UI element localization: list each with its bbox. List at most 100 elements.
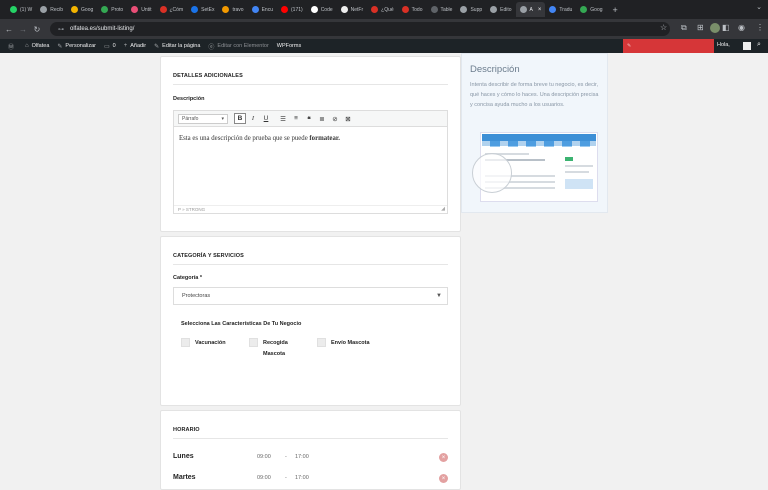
- link-icon[interactable]: ⊘: [329, 113, 341, 124]
- browser-tab[interactable]: Table: [427, 2, 457, 17]
- browser-tab[interactable]: NetFr: [337, 2, 368, 17]
- browser-tab[interactable]: Recib: [36, 2, 67, 17]
- details-title: DETALLES ADICIONALES: [173, 73, 243, 79]
- category-select[interactable]: Protectoras ▼: [173, 287, 448, 305]
- browser-tab[interactable]: Goog: [67, 2, 97, 17]
- tab-label: Code: [320, 6, 333, 13]
- recording-icon: ✎: [627, 43, 632, 49]
- menu-icon[interactable]: ⋮: [756, 23, 764, 32]
- browser-tab[interactable]: Proto: [97, 2, 127, 17]
- forward-icon[interactable]: →: [16, 25, 30, 34]
- user-avatar[interactable]: [743, 42, 751, 50]
- format-select[interactable]: Párrafo ▾: [178, 113, 228, 124]
- extensions-icon[interactable]: ⧉: [681, 23, 687, 33]
- browser-tab[interactable]: ¿Qué: [367, 2, 398, 17]
- feature-checkbox-recogida[interactable]: Recogida Mascota: [249, 338, 293, 360]
- brush-icon: ✎: [57, 43, 63, 50]
- edit-page-label: Editar la página: [162, 43, 201, 49]
- bullet-list-icon[interactable]: ☰: [277, 113, 289, 124]
- feature-label: Recogida Mascota: [263, 340, 288, 357]
- account-icon[interactable]: ◉: [738, 23, 745, 32]
- align-icon[interactable]: ≣: [316, 113, 328, 124]
- close-time-input[interactable]: 17:00: [295, 454, 309, 460]
- editor-bold-text: formatear.: [309, 135, 340, 142]
- browser-tab[interactable]: travo: [218, 2, 247, 17]
- category-select-value: Protectoras: [182, 293, 211, 299]
- site-info-icon[interactable]: ⊶: [58, 26, 64, 33]
- editor-content[interactable]: Esta es una descripción de prueba que se…: [174, 127, 447, 150]
- browser-tab[interactable]: SetEx: [187, 2, 218, 17]
- elementor-link[interactable]: ⓔ Editar con Elementor: [208, 42, 268, 51]
- tab-label: Goog: [81, 6, 94, 13]
- resize-handle-icon[interactable]: ◢: [441, 206, 445, 212]
- feature-checkbox-vacunacion[interactable]: Vacunación: [181, 338, 226, 349]
- url-input[interactable]: ⊶ olfatea.es/submit-listing/: [50, 22, 670, 36]
- feature-checkbox-envio[interactable]: Envío Mascota: [317, 338, 370, 349]
- open-time-input[interactable]: 09:00: [257, 454, 271, 460]
- numbered-list-icon[interactable]: ≡: [290, 113, 302, 124]
- side-panel-icon[interactable]: ◧: [722, 23, 730, 32]
- browser-tab[interactable]: Untit: [127, 2, 155, 17]
- tab-favicon-icon: [340, 6, 348, 13]
- bookmark-star-icon[interactable]: ☆: [660, 23, 667, 32]
- category-label: Categoría *: [173, 275, 203, 281]
- browser-tab[interactable]: (171): [277, 2, 307, 17]
- italic-icon[interactable]: I: [247, 113, 259, 124]
- tab-label: (171): [291, 6, 303, 13]
- extension-icon[interactable]: ⊞: [697, 23, 704, 32]
- browser-tab[interactable]: Goog: [576, 2, 606, 17]
- tab-search-icon[interactable]: ⌄: [756, 3, 762, 11]
- comments-count: 0: [112, 43, 116, 49]
- open-time-input[interactable]: 09:00: [257, 475, 271, 481]
- description-editor[interactable]: Párrafo ▾ B I U ☰ ≡ ❝ ≣ ⊘ ⊠ Esta es una d…: [173, 110, 448, 214]
- back-icon[interactable]: ←: [2, 25, 16, 34]
- greeting-text[interactable]: Hola,: [717, 42, 730, 48]
- remove-icon[interactable]: ×: [439, 474, 448, 483]
- help-illustration: [472, 132, 598, 202]
- add-new-link[interactable]: + Añadir: [124, 43, 146, 49]
- new-tab-button[interactable]: +: [613, 5, 618, 15]
- customize-link[interactable]: ✎ Personalizar: [57, 43, 96, 50]
- browser-tab-bar: (1) W Recib Goog Proto Untit ¿Cóm SetEx travo En…: [0, 0, 768, 19]
- tab-favicon-icon: [40, 6, 48, 13]
- wpforms-link[interactable]: WPForms: [277, 43, 301, 49]
- add-new-label: Añadir: [130, 43, 147, 49]
- close-time-input[interactable]: 17:00: [295, 475, 309, 481]
- unlink-icon[interactable]: ⊠: [342, 113, 354, 124]
- checkbox[interactable]: [249, 338, 258, 347]
- details-card: DETALLES ADICIONALES Descripción Párrafo…: [160, 56, 461, 232]
- browser-tab[interactable]: ¿Cóm: [156, 2, 188, 17]
- wordpress-icon[interactable]: Ⓦ: [8, 42, 17, 51]
- profile-avatar[interactable]: [710, 23, 720, 35]
- search-icon[interactable]: ⌕: [757, 41, 761, 49]
- site-name-link[interactable]: ⌂ Olfatea: [25, 43, 49, 49]
- remove-icon[interactable]: ×: [439, 453, 448, 462]
- browser-tab[interactable]: Todo: [398, 2, 427, 17]
- tab-favicon-icon: [101, 6, 109, 13]
- elementor-icon: ⓔ: [208, 44, 215, 51]
- browser-tab[interactable]: Edito: [486, 2, 515, 17]
- wpforms-label: WPForms: [276, 43, 302, 49]
- help-title: Descripción: [470, 64, 520, 75]
- browser-tab[interactable]: (1) W: [6, 2, 36, 17]
- browser-tab[interactable]: Code: [307, 2, 337, 17]
- browser-tab[interactable]: Supp: [456, 2, 486, 17]
- checkbox[interactable]: [317, 338, 326, 347]
- divider: [173, 438, 448, 439]
- tab-label: Edito: [500, 6, 512, 13]
- browser-tab[interactable]: A ×: [515, 2, 546, 17]
- checkbox[interactable]: [181, 338, 190, 347]
- reload-icon[interactable]: ↻: [30, 25, 44, 34]
- tab-favicon-icon: [430, 6, 438, 13]
- quote-icon[interactable]: ❝: [303, 113, 315, 124]
- browser-tab[interactable]: Tradu: [545, 2, 576, 17]
- edit-page-link[interactable]: ✎ Editar la página: [154, 43, 200, 50]
- tab-label: Recib: [50, 6, 64, 13]
- tab-favicon-icon: [281, 6, 288, 13]
- close-tab-icon[interactable]: ×: [538, 7, 542, 13]
- bold-icon[interactable]: B: [234, 113, 246, 124]
- browser-tab[interactable]: Encu: [248, 2, 277, 17]
- comments-link[interactable]: ▭ 0: [104, 43, 116, 50]
- recording-notice[interactable]: ✎: [623, 39, 714, 53]
- underline-icon[interactable]: U: [260, 113, 272, 124]
